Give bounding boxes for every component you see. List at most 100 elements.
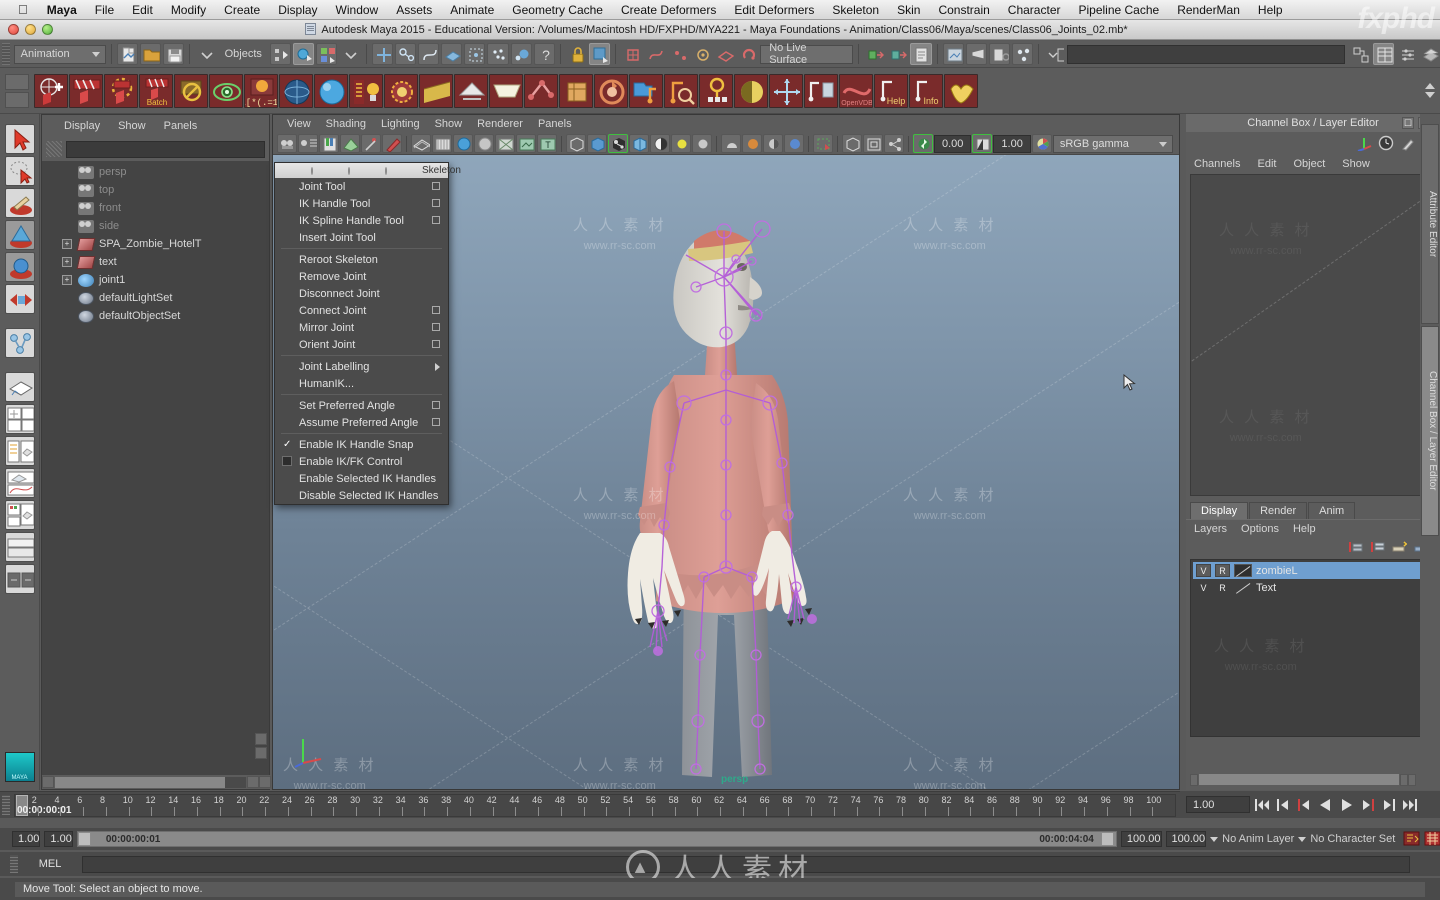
go-to-end-button[interactable]	[1401, 796, 1418, 814]
layer-visibility-toggle[interactable]: V	[1196, 581, 1211, 594]
shelf-skin-info-icon[interactable]	[804, 73, 838, 108]
layer-row-text[interactable]: V R Text	[1193, 579, 1433, 596]
viewport-menu-renderer[interactable]: Renderer	[477, 118, 523, 130]
toggle-attribute-editor-icon[interactable]	[1372, 43, 1394, 65]
expand-toggle[interactable]: +	[62, 275, 72, 285]
mask-misc-icon[interactable]: ?	[533, 43, 555, 65]
toggle-tool-settings-icon[interactable]	[1396, 43, 1417, 65]
viewport-menu-shading[interactable]: Shading	[326, 118, 366, 130]
scale-tool-button[interactable]	[4, 284, 35, 314]
shelf-batch-render-icon[interactable]	[104, 73, 138, 108]
layer-row-zombiel[interactable]: V R zombieL	[1193, 562, 1433, 579]
menu-character[interactable]: Character	[999, 3, 1070, 17]
shelf-muscle-icon[interactable]	[944, 73, 978, 108]
outliner-menu-display[interactable]: Display	[64, 120, 100, 132]
menu-item-ik-spline-handle-tool[interactable]: IK Spline Handle Tool	[275, 212, 448, 229]
shelf-move-skinned-joints-icon[interactable]	[769, 73, 803, 108]
shelf-skeleton-icon[interactable]	[524, 73, 558, 108]
expand-toggle[interactable]: +	[62, 257, 72, 267]
quick-rename-input[interactable]	[1067, 44, 1346, 64]
option-box-icon[interactable]	[432, 401, 440, 409]
menu-edit-deformers[interactable]: Edit Deformers	[725, 3, 823, 17]
motion-blur-icon[interactable]	[763, 134, 783, 153]
shadow-maps-icon[interactable]	[650, 134, 670, 153]
gamma-value[interactable]: 1.00	[993, 134, 1031, 153]
range-start-field[interactable]: 1.00	[12, 831, 41, 847]
menu-item-orient-joint[interactable]: Orient Joint	[275, 336, 448, 353]
menu-renderman[interactable]: RenderMan	[1168, 3, 1249, 17]
skeleton-menu-popup[interactable]: Skeleton Joint Tool IK Handle Tool IK Sp…	[274, 162, 461, 505]
layer-menu-help[interactable]: Help	[1293, 523, 1316, 535]
color-management-icon[interactable]	[1031, 134, 1052, 153]
snap-to-grids-icon[interactable]	[621, 43, 642, 65]
menu-item-joint-tool[interactable]: Joint Tool	[275, 178, 448, 195]
range-bar[interactable]: 00:00:00:01 00:00:04:04	[76, 831, 1117, 847]
lock-icon[interactable]	[566, 43, 587, 65]
menu-item-enable-selected-ik-handles[interactable]: Enable Selected IK Handles	[275, 470, 448, 487]
outliner-item-defaultobjectset[interactable]: + defaultObjectSet	[42, 307, 269, 325]
outliner-horizontal-scrollbar[interactable]	[42, 775, 271, 789]
shadows-toggle-icon[interactable]	[516, 134, 536, 153]
mask-handle-icon[interactable]	[371, 43, 393, 65]
lighting-toggle-icon[interactable]	[495, 134, 515, 153]
paint-selection-tool-button[interactable]	[4, 188, 35, 218]
go-to-start-button[interactable]	[1254, 796, 1271, 814]
quick-rename-dropdown[interactable]	[1044, 43, 1065, 65]
undock-button[interactable]: ☐	[1402, 117, 1414, 129]
display-textures-icon[interactable]	[629, 134, 649, 153]
lasso-tool-button[interactable]	[4, 156, 35, 186]
eyedropper-icon[interactable]	[1400, 135, 1416, 151]
shelf-batch-icon[interactable]: Batch	[139, 73, 173, 108]
channel-box-menu-object[interactable]: Object	[1293, 158, 1325, 170]
outliner-search-input[interactable]	[66, 140, 265, 158]
channel-box-content[interactable]: 人 人 素 材 www.rr-sc.com 人 人 素 材 www.rr-sc.…	[1190, 174, 1436, 496]
select-region-icon[interactable]	[813, 134, 833, 153]
shelf-help-icon[interactable]: Help	[874, 73, 908, 108]
selection-mask-dropdown[interactable]	[195, 43, 216, 65]
layer-color-swatch[interactable]	[1234, 581, 1252, 594]
color-profile-selector[interactable]: sRGB gamma	[1052, 134, 1173, 153]
snap-to-view-planes-icon[interactable]	[714, 43, 735, 65]
layer-menu-options[interactable]: Options	[1241, 523, 1279, 535]
apple-icon[interactable]: 	[0, 3, 38, 16]
image-plane-icon[interactable]	[340, 134, 360, 153]
menu-item-ik-handle-tool[interactable]: IK Handle Tool	[275, 195, 448, 212]
playback-speed-field[interactable]: 1.00	[1186, 796, 1250, 813]
move-tool-button[interactable]	[4, 220, 35, 250]
outliner-item-persp[interactable]: + persp	[42, 163, 269, 181]
scroll-track[interactable]	[1199, 774, 1399, 785]
save-scene-button[interactable]	[163, 43, 185, 65]
xray-joints-icon[interactable]	[608, 134, 628, 153]
shelf-ambient-light-icon[interactable]	[454, 73, 488, 108]
option-box-icon[interactable]	[432, 306, 440, 314]
play-forwards-button[interactable]	[1338, 796, 1355, 814]
last-tool-used-button[interactable]	[4, 328, 35, 358]
shelf-area-light-icon[interactable]	[489, 73, 523, 108]
wireframe-shading-icon[interactable]	[411, 134, 431, 153]
scroll-up-icon[interactable]	[255, 733, 267, 745]
menu-item-disable-selected-ik-handles[interactable]: Disable Selected IK Handles	[275, 487, 448, 504]
menu-item-enable-ik-fk-control[interactable]: Enable IK/FK Control	[275, 453, 448, 470]
layer-menu-layers[interactable]: Layers	[1194, 523, 1227, 535]
shelf-scroll-up-icon[interactable]	[1425, 83, 1435, 89]
shelf-smooth-skin-icon[interactable]	[594, 73, 628, 108]
viewport-menu-show[interactable]: Show	[435, 118, 463, 130]
shelf-bind-skin-icon[interactable]	[559, 73, 593, 108]
select-tool-button[interactable]	[4, 124, 35, 154]
scroll-page-icon[interactable]	[259, 776, 271, 788]
character-set-dropdown-icon[interactable]	[1298, 836, 1307, 842]
checkbox-icon[interactable]	[282, 456, 292, 466]
select-by-object-type-button[interactable]	[293, 43, 315, 65]
exposure-value[interactable]: 0.00	[934, 134, 972, 153]
share-icon[interactable]	[884, 134, 904, 153]
scroll-left-icon[interactable]	[42, 776, 54, 788]
shadows-icon[interactable]	[721, 134, 741, 153]
outliner-item-front[interactable]: + front	[42, 199, 269, 217]
snap-to-projected-center-icon[interactable]	[691, 43, 712, 65]
playback-end-field[interactable]: 100.00	[1165, 831, 1207, 847]
step-back-keyframe-button[interactable]	[1275, 796, 1292, 814]
layout-saved-views-button[interactable]	[4, 564, 35, 594]
menu-geometry-cache[interactable]: Geometry Cache	[503, 3, 612, 17]
option-box-icon[interactable]	[432, 340, 440, 348]
xray-icon[interactable]	[587, 134, 607, 153]
